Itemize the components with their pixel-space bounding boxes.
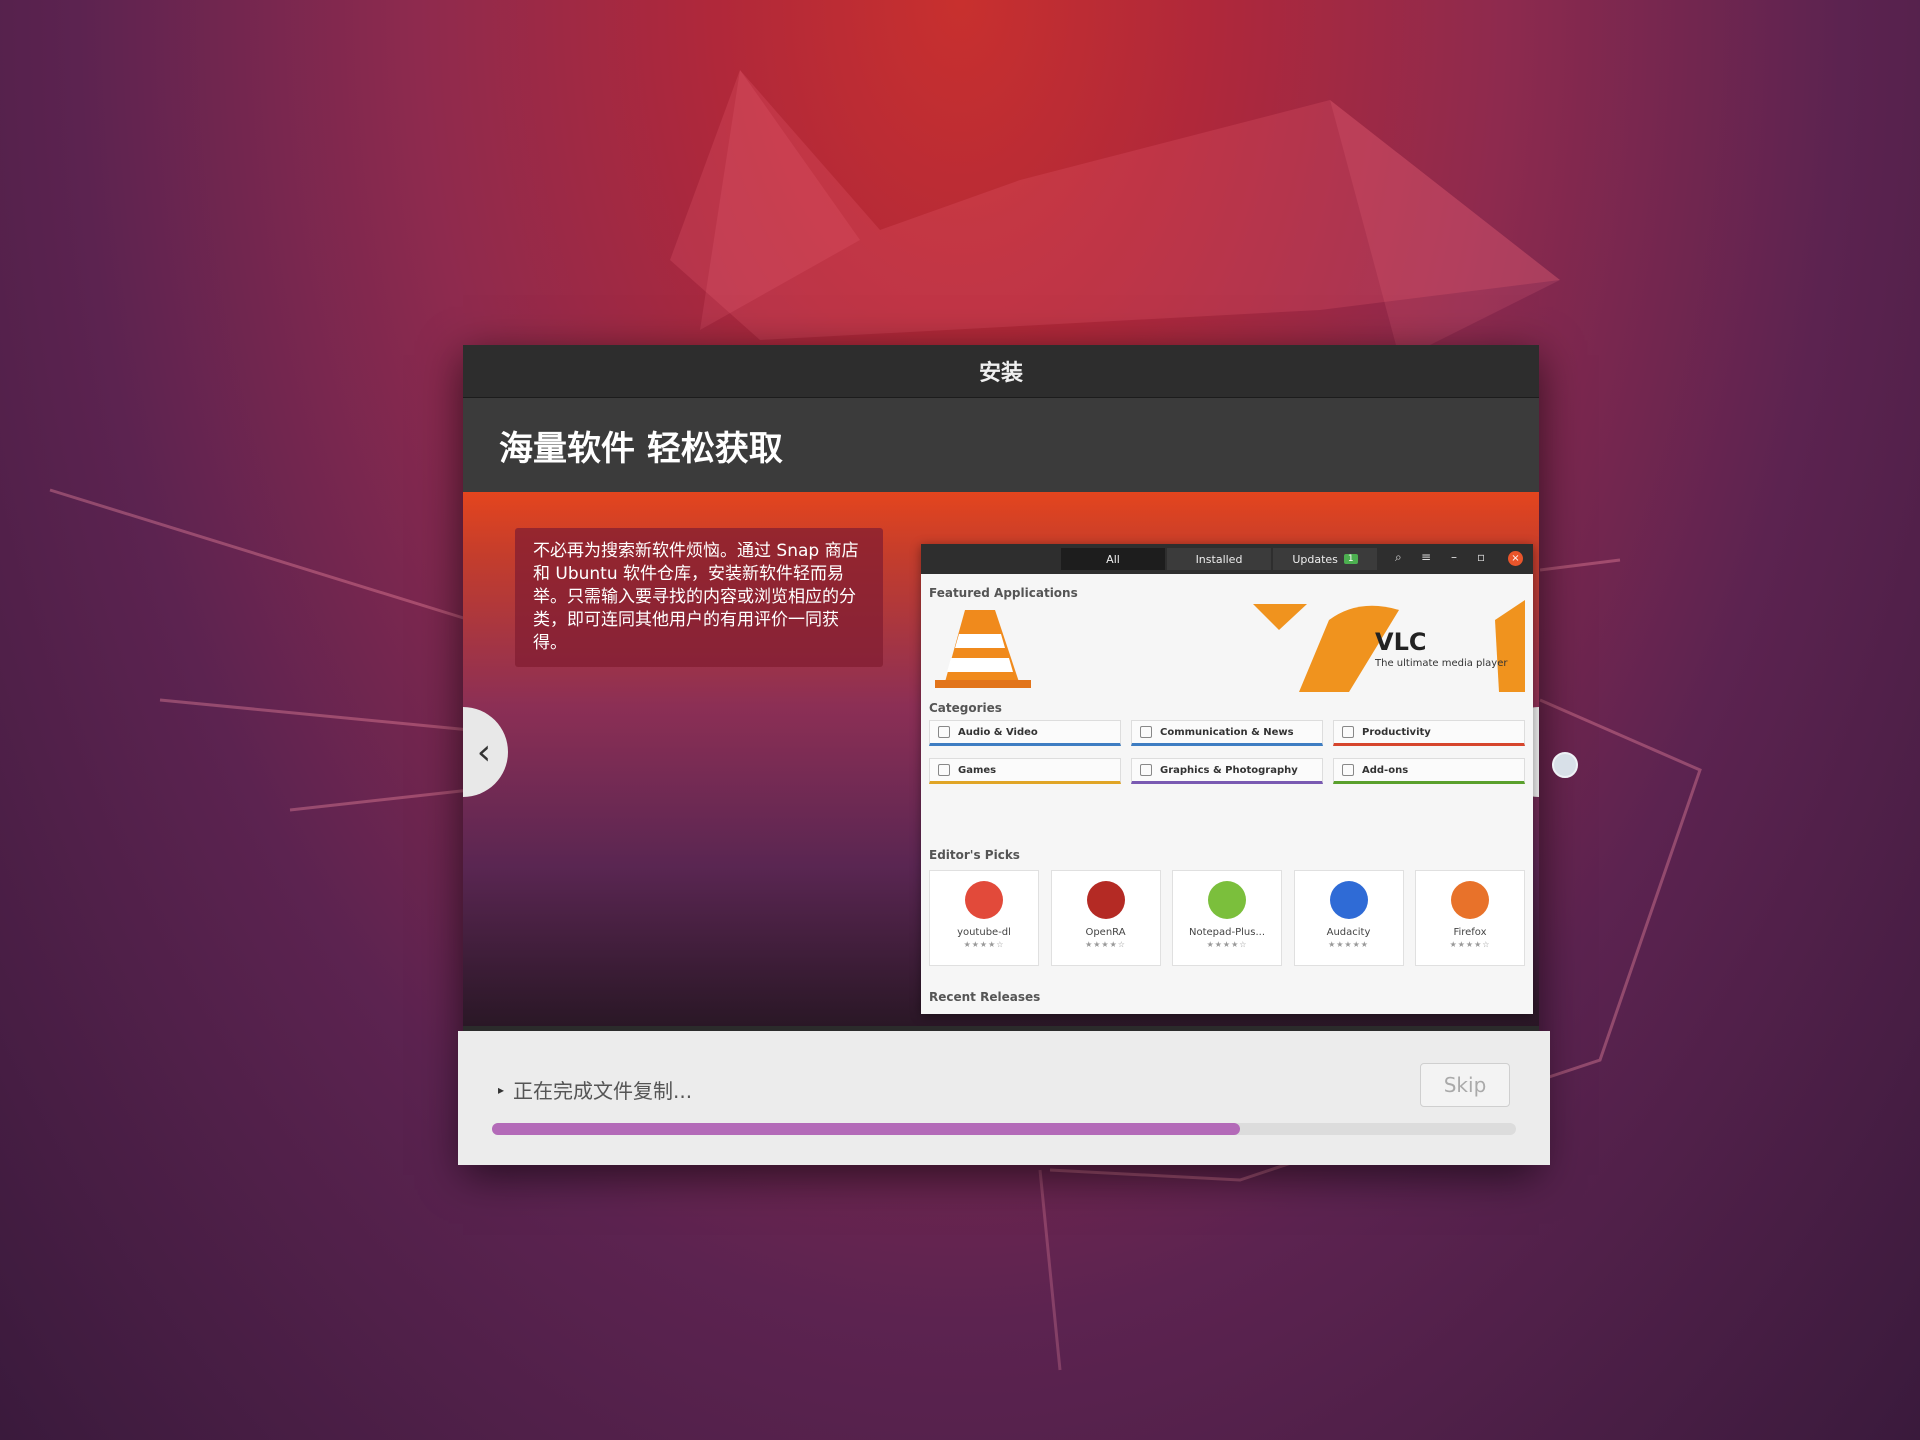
category-productivity: Productivity — [1333, 720, 1525, 746]
install-progress-bar — [492, 1123, 1516, 1135]
featured-app-tagline: The ultimate media player — [1375, 658, 1508, 669]
tab-all: All — [1061, 548, 1165, 570]
rating-stars: ★★★★☆ — [1085, 940, 1126, 949]
maximize-icon: ▫ — [1477, 550, 1486, 564]
previous-slide-button[interactable]: ‹ — [463, 707, 508, 797]
editors-picks-list: youtube-dl ★★★★☆ OpenRA ★★★★☆ Notepad-Pl… — [929, 870, 1525, 966]
search-icon: ⌕ — [1395, 550, 1402, 564]
featured-app-name: VLC — [1375, 628, 1427, 656]
install-status: 正在完成文件复制... — [513, 1079, 693, 1103]
firefox-icon — [1451, 881, 1489, 919]
pick-audacity: Audacity ★★★★★ — [1293, 870, 1404, 966]
category-communication-news: Communication & News — [1131, 720, 1323, 746]
openra-icon — [1086, 881, 1125, 919]
gamepad-icon — [938, 764, 950, 776]
window-title: 安装 — [463, 345, 1539, 398]
pick-notepad-plus: Notepad-Plus... ★★★★☆ — [1172, 870, 1282, 966]
skip-button[interactable]: Skip — [1420, 1063, 1510, 1107]
chevron-left-icon: ‹ — [476, 731, 492, 773]
slide-description: 不必再为搜索新软件烦恼。通过 Snap 商店和 Ubuntu 软件仓库，安装新软… — [515, 528, 883, 667]
category-grid: Audio & Video Communication & News Produ… — [929, 720, 1525, 784]
pick-firefox: Firefox ★★★★☆ — [1415, 870, 1525, 966]
featured-heading: Featured Applications — [929, 586, 1078, 600]
music-icon — [938, 726, 950, 738]
recent-releases-heading: Recent Releases — [929, 990, 1041, 1004]
editors-picks-heading: Editor's Picks — [929, 848, 1020, 862]
desktop-status-icon — [1552, 752, 1578, 778]
rating-stars: ★★★★☆ — [963, 940, 1005, 949]
category-graphics-photography: Graphics & Photography — [1131, 758, 1323, 784]
featured-banner: VLC The ultimate media player — [929, 600, 1525, 692]
pick-openra: OpenRA ★★★★☆ — [1050, 870, 1161, 966]
pick-youtube-dl: youtube-dl ★★★★☆ — [929, 870, 1039, 966]
updates-badge: 1 — [1343, 554, 1358, 564]
categories-heading: Categories — [929, 701, 1002, 715]
menu-icon: ≡ — [1421, 550, 1432, 564]
youtube-icon — [965, 881, 1003, 919]
puzzle-icon — [1342, 764, 1354, 776]
install-progress-fill — [492, 1123, 1240, 1135]
notepad-icon — [1208, 881, 1246, 919]
image-icon — [1140, 764, 1152, 776]
category-add-ons: Add-ons — [1333, 758, 1525, 784]
tab-updates: Updates 1 — [1273, 548, 1377, 570]
audacity-icon — [1329, 881, 1368, 919]
document-icon — [1342, 726, 1354, 738]
rating-stars: ★★★★☆ — [1206, 940, 1248, 949]
software-app-screenshot: All Installed Updates 1 ⌕ ≡ – ▫ × Featur… — [921, 544, 1533, 1014]
install-footer: ▸ 正在完成文件复制... Skip — [458, 1031, 1550, 1165]
slideshow: 不必再为搜索新软件烦恼。通过 Snap 商店和 Ubuntu 软件仓库，安装新软… — [463, 492, 1539, 1026]
tab-installed: Installed — [1167, 548, 1271, 570]
installer-window: 安装 海量软件 轻松获取 不必再为搜索新软件烦恼。通过 Snap 商店和 Ubu… — [458, 345, 1550, 1165]
category-games: Games — [929, 758, 1121, 784]
rating-stars: ★★★★☆ — [1449, 940, 1491, 949]
expand-details-icon[interactable]: ▸ — [498, 1083, 504, 1097]
close-icon: × — [1508, 551, 1523, 566]
vlc-cone-icon — [935, 600, 1525, 692]
slide-headline: 海量软件 轻松获取 — [463, 398, 1539, 492]
rating-stars: ★★★★★ — [1328, 940, 1369, 949]
chat-icon — [1140, 726, 1152, 738]
software-headerbar: All Installed Updates 1 ⌕ ≡ – ▫ × — [921, 544, 1533, 574]
minimize-icon: – — [1451, 550, 1457, 564]
category-audio-video: Audio & Video — [929, 720, 1121, 746]
